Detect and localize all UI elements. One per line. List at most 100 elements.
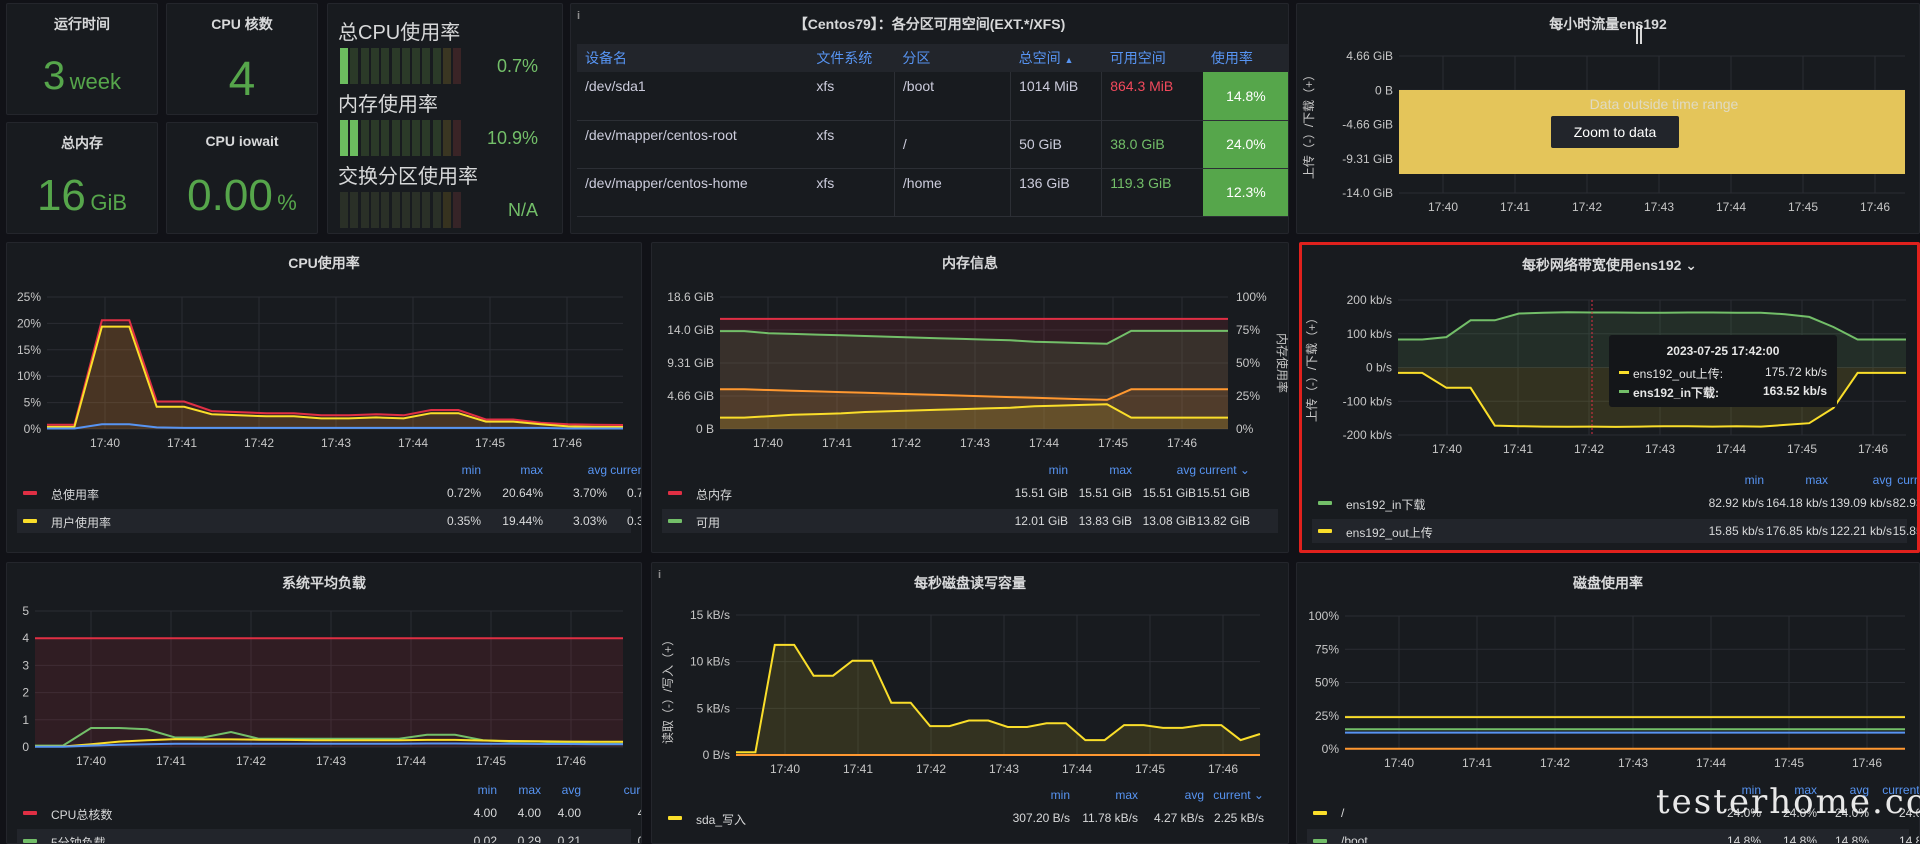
legend-row[interactable]: sda_写入 307.20 B/s 11.78 kB/s 4.27 kB/s 2.25 … (662, 806, 1278, 830)
zoom-to-data-button[interactable]: Zoom to data (1551, 116, 1679, 148)
gauge-cell (360, 120, 369, 156)
cell-free: 38.0 GiB (1101, 120, 1203, 169)
disk-table-title: 【Centos79】：各分区可用空间(EXT.*/XFS) (793, 16, 1066, 32)
legend-row[interactable]: 总内存 15.51 GiB 15.51 GiB 15.51 GiB 15.51 GiB (662, 481, 1278, 505)
legend-row[interactable]: ens192_out上传 15.85 kb/s 176.85 kb/s 122.21 … (1312, 519, 1917, 543)
col-device[interactable]: 设备名 (577, 44, 809, 72)
y-tick-label: 100% (1308, 609, 1339, 623)
legend-swatch (23, 491, 37, 495)
x-tick-label: 17:46 (1858, 442, 1888, 456)
legend-header-current[interactable]: current ⌄ (1170, 463, 1250, 477)
y-axis-label: 读取（-）/写入（+） (661, 634, 675, 744)
y-tick-label: -9.31 GiB (1342, 152, 1393, 166)
legend-swatch (23, 519, 37, 523)
bar-gauge-panel[interactable]: 总CPU使用率 0.7% 内存使用率 10.9% 交换分区使用率 N/A (327, 3, 563, 234)
legend-row[interactable]: 总使用率0.72%20.64%3.70%0.75% (17, 481, 641, 505)
chart-tooltip: 2023-07-25 17:42:00 ens192_out上传: 175.72 … (1609, 335, 1837, 407)
sys-load-panel[interactable]: 系统平均负载 5 4 3 2 1 0 17:40 17:41 17:42 17:43 17:44 17… (6, 562, 642, 844)
y-tick-label: 4.66 GiB (1346, 49, 1393, 63)
disk-io-panel[interactable]: i 每秒磁盘读写容量 15 kB/s 10 kB/s 5 kB/s 0 B/s 17:4… (651, 562, 1289, 844)
table-row[interactable]: /dev/sda1 xfs/boot 1014 MiB 864.3 MiB 14.8% (577, 72, 1288, 121)
col-mount[interactable]: 分区 (894, 44, 1011, 72)
x-tick-label: 17:42 (1572, 200, 1602, 214)
x-tick-label: 17:45 (1098, 436, 1128, 450)
gauge-cell (370, 192, 379, 228)
y-tick-label: 10% (17, 369, 41, 383)
x-tick-label: 17:40 (753, 436, 783, 450)
gauge-cell (381, 48, 390, 84)
total-mem-number: 16 (36, 171, 86, 220)
cpu-usage-panel[interactable]: CPU使用率 25% 20% 15% 10% 5% 0% 17:40 17:41 17:42 17… (6, 242, 642, 553)
legend-row[interactable]: 5分钟负载0.020.290.210.19 (17, 829, 641, 843)
legend-series-name: sda_写入 (696, 813, 747, 827)
legend-header-current[interactable]: current ⌄ (1868, 473, 1917, 487)
legend-current: 13.82 GiB (1196, 514, 1250, 528)
gauge-cell (422, 192, 431, 228)
col-free[interactable]: 可用空间 (1101, 44, 1203, 72)
legend-current: 14.8% (1898, 834, 1919, 844)
x-tick-label: 17:44 (1062, 762, 1092, 776)
sort-asc-icon: ▲ (1064, 55, 1074, 65)
legend-row[interactable]: CPU总核数4.004.004.004.00 (17, 801, 641, 825)
legend-current: 4.00 (581, 806, 641, 820)
x-tick-label: 17:44 (398, 436, 428, 450)
table-row[interactable]: /dev/mapper/centos-root xfs/50 GiB 38.0 Gi… (577, 120, 1288, 169)
legend-header-avg[interactable]: avg (501, 783, 581, 797)
legend-current: 0.75% (626, 486, 641, 500)
col-usage[interactable]: 使用率 (1202, 44, 1288, 72)
y-tick-label: -4.66 GiB (1342, 118, 1393, 132)
col-total[interactable]: 总空间 ▲ (1010, 44, 1102, 72)
gauge-cell (401, 48, 410, 84)
y-axis-label-right: 内存使用率 (1275, 333, 1289, 393)
cell-device: /dev/mapper/centos-root (577, 120, 809, 169)
x-tick-label: 17:42 (916, 762, 946, 776)
disk-space-table-panel[interactable]: i 【Centos79】：各分区可用空间(EXT.*/XFS) 设备名 文件系统… (570, 3, 1289, 234)
x-tick-label: 17:40 (1428, 200, 1458, 214)
x-tick-label: 17:40 (770, 762, 800, 776)
gauge-cell (401, 120, 410, 156)
cell-device: /dev/mapper/centos-home (577, 168, 809, 217)
legend-header-current[interactable]: current ⌄ (1184, 788, 1264, 802)
gauge-cell (360, 192, 369, 228)
cell-usage: 14.8% (1202, 72, 1288, 121)
net-bandwidth-panel[interactable]: 每秒网络带宽使用ens192 ⌄ 200 kb/s 100 kb/s 0 b/s -1… (1299, 242, 1920, 553)
gauge-cell (412, 120, 421, 156)
cell-free: 119.3 GiB (1101, 168, 1203, 217)
legend-header-current[interactable]: current (581, 783, 641, 797)
legend-row[interactable]: 可用 12.01 GiB 13.83 GiB 13.08 GiB 13.82 GiB (662, 509, 1278, 533)
legend-row[interactable]: 用户使用率0.35%19.44%3.03%0.38% (17, 509, 641, 533)
tooltip-time: 2023-07-25 17:42:00 (1666, 344, 1780, 358)
legend-row[interactable]: ens192_in下载 82.92 kb/s 164.18 kb/s 139.09 k… (1312, 491, 1917, 515)
y-tick-label: 0% (1322, 742, 1340, 756)
y-tick-label: 15% (17, 343, 41, 357)
iowait-unit: % (277, 190, 297, 215)
legend-swatch (1318, 529, 1332, 533)
x-tick-label: 17:43 (1618, 756, 1648, 770)
gauge-label: 内存使用率 (338, 94, 438, 116)
gauge-cell (370, 120, 379, 156)
gauge-cell (391, 192, 400, 228)
tooltip-row: ens192_out上传: 175.72 kb/s (1619, 365, 1827, 381)
tooltip-series-name: ens192_in下载: (1633, 386, 1720, 400)
col-fs[interactable]: 文件系统 (808, 44, 895, 72)
table-row[interactable]: /dev/mapper/centos-home xfs/home 136 GiB 11… (577, 168, 1288, 217)
legend-row[interactable]: /boot14.8%14.8%14.8%14.8% (1307, 829, 1919, 844)
sys-load-chart[interactable]: 5 4 3 2 1 0 17:40 17:41 17:42 17:43 17:44 17:45 17:4… (7, 563, 642, 783)
mem-info-panel[interactable]: 内存信息 18.6 GiB 14.0 GiB 9.31 GiB 4.66 GiB 0 B… (651, 242, 1289, 553)
legend-header-current[interactable]: current ⌄ (581, 463, 641, 477)
x-tick-label: 17:44 (1716, 442, 1746, 456)
gauge-cell (401, 192, 410, 228)
stat-iowait[interactable]: CPU iowait 0.00 % (166, 122, 318, 234)
disk-io-chart[interactable]: 15 kB/s 10 kB/s 5 kB/s 0 B/s 17:40 17:41 17:42… (652, 563, 1289, 788)
cell-fs: xfs (808, 120, 895, 169)
stat-cpu-cores-title: CPU 核数 (211, 16, 273, 32)
cpu-usage-chart[interactable]: 25% 20% 15% 10% 5% 0% 17:40 17:41 17:42 17:43 17:4… (7, 243, 642, 463)
legend-series-name: /boot (1341, 834, 1368, 844)
legend-current: 2.25 kB/s (1213, 811, 1264, 825)
hourly-traffic-panel[interactable]: 每小时流量ens192 4.66 GiB 0 B -4.66 GiB -9.31 Gi… (1296, 3, 1920, 234)
stat-uptime[interactable]: 运行时间 3 week (6, 3, 158, 115)
disk-usage-chart[interactable]: 100% 75% 50% 25% 0% 17:40 17:41 17:42 17:43 17:44… (1297, 563, 1920, 783)
mem-info-chart[interactable]: 18.6 GiB 14.0 GiB 9.31 GiB 4.66 GiB 0 B 100% 7… (652, 243, 1289, 463)
stat-total-mem[interactable]: 总内存 16 GiB (6, 122, 158, 234)
stat-cpu-cores[interactable]: CPU 核数 4 (166, 3, 318, 115)
